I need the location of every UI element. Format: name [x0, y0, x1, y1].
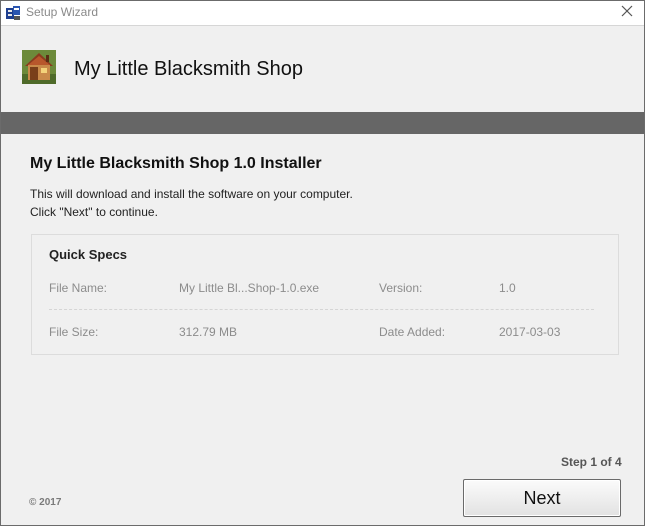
description-line-2: Click "Next" to continue.	[30, 205, 158, 219]
header-divider-band	[1, 112, 644, 134]
close-icon	[621, 4, 633, 22]
next-button[interactable]: Next	[463, 479, 621, 517]
description: This will download and install the softw…	[30, 185, 353, 221]
wizard-content: My Little Blacksmith Shop 1.0 Installer …	[1, 134, 644, 525]
file-size-label: File Size:	[49, 325, 99, 339]
quick-specs-panel: Quick Specs File Name: My Little Bl...Sh…	[31, 234, 619, 355]
setup-wizard-window: Setup Wizard My Little Blacksmith Shop M…	[0, 0, 645, 526]
specs-divider	[49, 309, 594, 310]
product-title: My Little Blacksmith Shop	[74, 58, 303, 80]
date-added-label: Date Added:	[379, 325, 446, 339]
title-bar[interactable]: Setup Wizard	[1, 1, 644, 26]
date-added-value: 2017-03-03	[499, 325, 561, 339]
copyright: © 2017	[29, 497, 62, 508]
wizard-header: My Little Blacksmith Shop	[1, 26, 644, 112]
file-size-value: 312.79 MB	[179, 325, 238, 339]
setup-app-icon	[5, 5, 21, 21]
file-name-value: My Little Bl...Shop-1.0.exe	[179, 281, 320, 295]
quick-specs-title: Quick Specs	[49, 247, 128, 262]
version-value: 1.0	[499, 281, 516, 295]
window-title: Setup Wizard	[26, 5, 99, 19]
file-name-label: File Name:	[49, 281, 108, 295]
step-indicator: Step 1 of 4	[561, 455, 622, 469]
close-button[interactable]	[610, 1, 644, 25]
house-icon	[22, 50, 56, 84]
installer-title: My Little Blacksmith Shop 1.0 Installer	[30, 155, 322, 172]
version-label: Version:	[379, 281, 423, 295]
description-line-1: This will download and install the softw…	[30, 187, 353, 201]
